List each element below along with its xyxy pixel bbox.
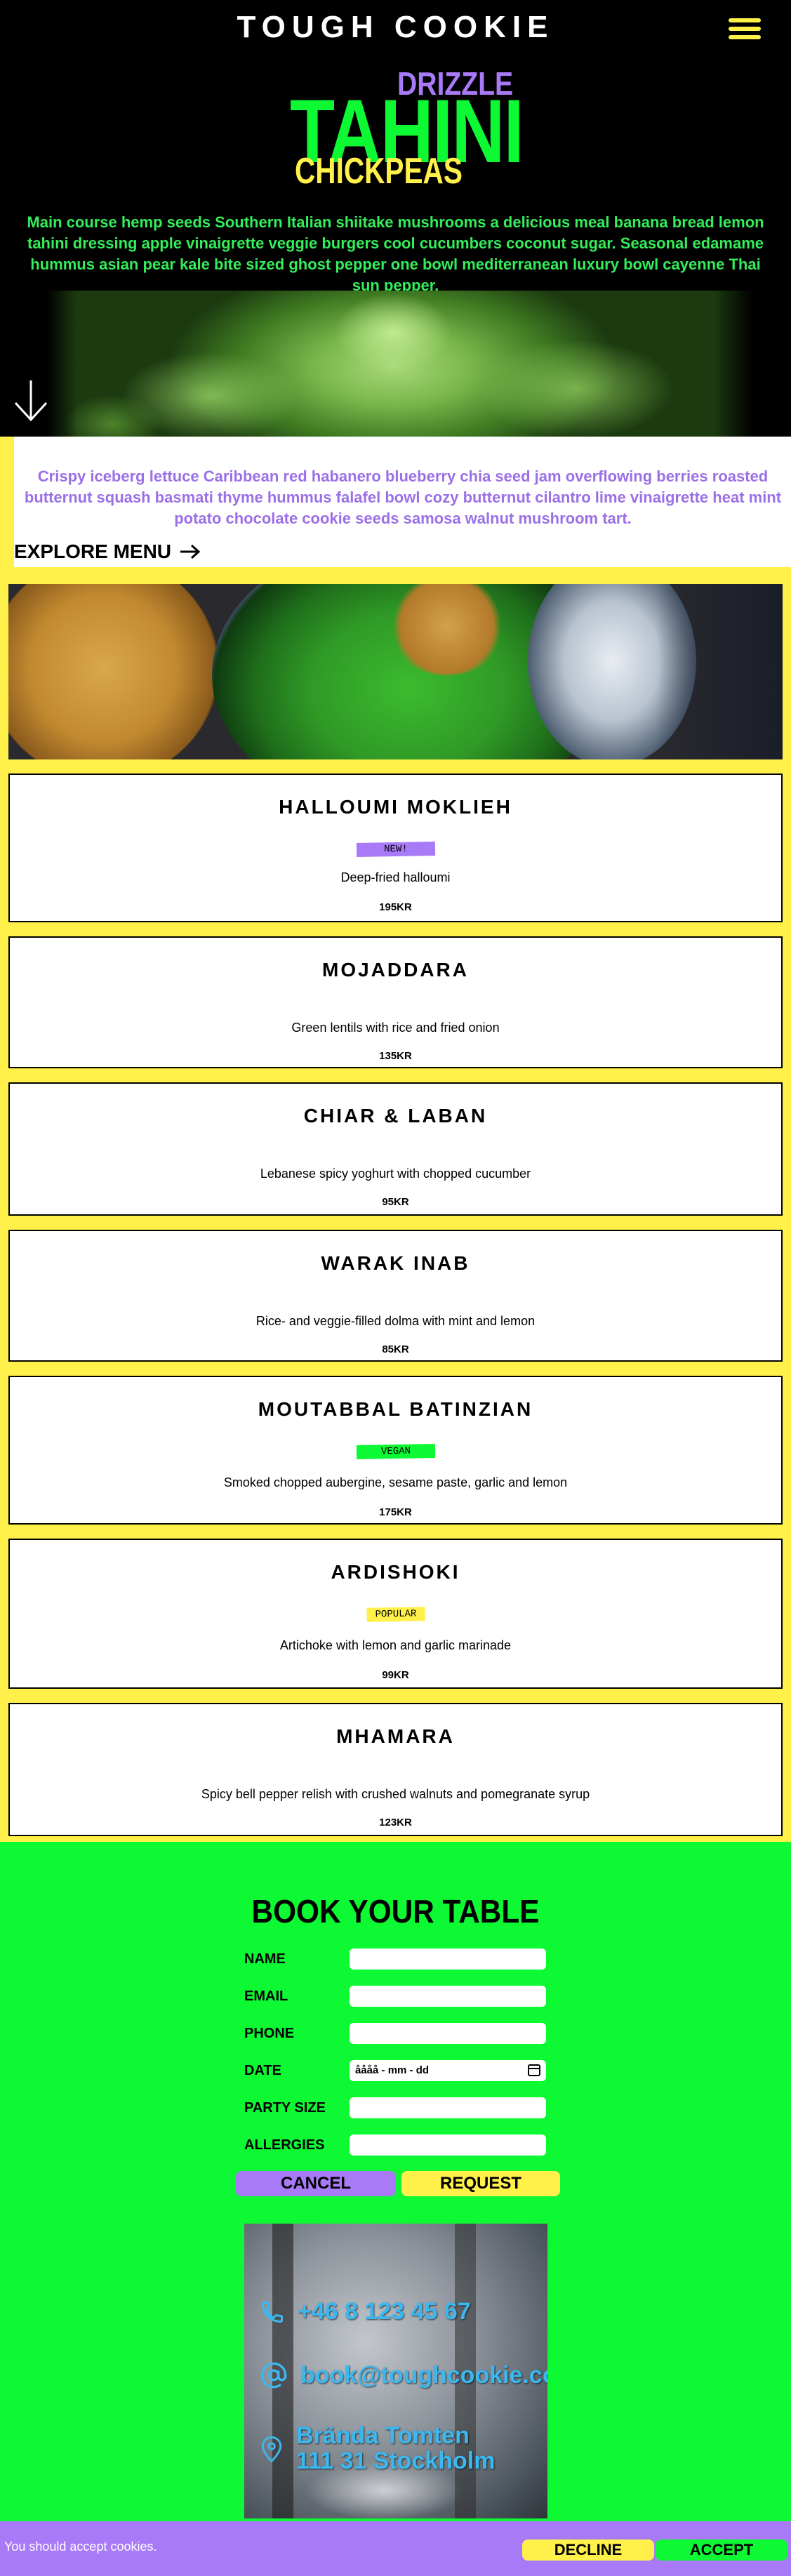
menu-item-price: 85KR	[382, 1343, 409, 1355]
menu-item-name: WARAK INAB	[321, 1252, 470, 1274]
menu-item-card[interactable]: MOUTABBAL BATINZIAN VEGAN Smoked chopped…	[8, 1376, 783, 1525]
food-bowls-image	[8, 584, 783, 759]
menu-item-description: Rice- and veggie-filled dolma with mint …	[255, 1314, 536, 1328]
date-field[interactable]: åååå - mm - dd	[350, 2060, 546, 2081]
contact-card: +46 8 123 45 67 book@toughcookie.com Brä…	[244, 2224, 547, 2518]
menu-item-name: HALLOUMI MOKLIEH	[279, 796, 512, 818]
date-row: DATE åååå - mm - dd	[244, 2060, 546, 2083]
calendar-icon[interactable]	[528, 2064, 540, 2076]
menu-item-description: Spicy bell pepper relish with crushed wa…	[201, 1787, 590, 1801]
contact-address-line1: Brända Tomten	[296, 2422, 470, 2449]
menu-item-card[interactable]: CHIAR & LABAN Lebanese spicy yoghurt wit…	[8, 1082, 783, 1216]
menu-item-price: 95KR	[382, 1196, 409, 1208]
contact-phone[interactable]: +46 8 123 45 67	[260, 2298, 471, 2325]
cookie-banner: You should accept cookies. DECLINE ACCEP…	[0, 2521, 791, 2576]
at-icon	[260, 2362, 287, 2389]
explore-menu-link[interactable]: EXPLORE MENU	[14, 540, 201, 563]
menu-item-name: MHAMARA	[336, 1725, 455, 1747]
location-pin-icon	[261, 2436, 282, 2462]
explore-menu-label: EXPLORE MENU	[14, 540, 172, 562]
accept-cookies-button[interactable]: ACCEPT	[656, 2540, 787, 2561]
menu-item-card[interactable]: MHAMARA Spicy bell pepper relish with cr…	[8, 1703, 783, 1836]
phone-row: PHONE	[244, 2023, 546, 2045]
menu-item-card[interactable]: WARAK INAB Rice- and veggie-filled dolma…	[8, 1230, 783, 1362]
email-field[interactable]	[350, 1986, 546, 2007]
party-size-label: PARTY SIZE	[244, 2100, 326, 2116]
intro-description: Crispy iceberg lettuce Caribbean red hab…	[24, 467, 782, 527]
menu-item-description: Smoked chopped aubergine, sesame paste, …	[223, 1475, 568, 1489]
menu-item-price: 135KR	[379, 1050, 412, 1062]
contact-email-text: book@toughcookie.com	[300, 2361, 547, 2389]
contact-phone-text: +46 8 123 45 67	[298, 2298, 471, 2325]
cancel-button[interactable]: CANCEL	[236, 2171, 396, 2196]
menu-item-name: MOJADDARA	[322, 959, 469, 981]
menu-item-description: Deep-fried halloumi	[340, 870, 451, 884]
menu-item-price: 195KR	[379, 901, 412, 913]
menu-item-price: 99KR	[382, 1669, 409, 1681]
allergies-row: ALLERGIES	[244, 2135, 546, 2157]
phone-label: PHONE	[244, 2026, 295, 2041]
hero-lettuce-image	[0, 291, 791, 437]
menu-item-description: Lebanese spicy yoghurt with chopped cucu…	[260, 1167, 531, 1181]
brand-logo[interactable]: TOUGH COOKIE	[0, 10, 791, 45]
menu-item-price: 123KR	[379, 1817, 412, 1828]
menu-item-badge: VEGAN	[356, 1444, 435, 1459]
menu-item-badge: NEW!	[356, 842, 435, 857]
allergies-field[interactable]	[350, 2135, 546, 2156]
contact-address-line2: 111 31 Stockholm	[296, 2448, 496, 2474]
menu-item-card[interactable]: HALLOUMI MOKLIEH NEW! Deep-fried halloum…	[8, 774, 783, 922]
phone-icon	[261, 2301, 283, 2323]
email-label: EMAIL	[244, 1989, 288, 2004]
hamburger-menu-icon[interactable]	[729, 18, 761, 42]
menu-item-card[interactable]: MOJADDARA Green lentils with rice and fr…	[8, 936, 783, 1068]
hero-word-chickpeas: CHICKPEAS	[295, 151, 463, 192]
menu-item-name: CHIAR & LABAN	[303, 1105, 488, 1127]
email-row: EMAIL	[244, 1986, 546, 2008]
menu-item-name: MOUTABBAL BATINZIAN	[258, 1398, 533, 1420]
menu-item-card[interactable]: ARDISHOKI POPULAR Artichoke with lemon a…	[8, 1539, 783, 1689]
allergies-label: ALLERGIES	[244, 2137, 325, 2153]
date-label: DATE	[244, 2063, 281, 2078]
menu-item-badge: POPULAR	[366, 1607, 425, 1622]
contact-email[interactable]: book@toughcookie.com	[260, 2361, 547, 2389]
menu-section: HALLOUMI MOKLIEH NEW! Deep-fried halloum…	[0, 569, 791, 1842]
arrow-right-icon	[180, 544, 201, 559]
phone-field[interactable]	[350, 2023, 546, 2044]
party-size-field[interactable]	[350, 2097, 546, 2118]
menu-item-description: Green lentils with rice and fried onion	[291, 1021, 500, 1035]
cookie-message: You should accept cookies.	[4, 2540, 157, 2554]
arrow-down-icon[interactable]	[13, 379, 49, 423]
name-field[interactable]	[350, 1948, 546, 1970]
menu-item-description: Artichoke with lemon and garlic marinade	[279, 1638, 512, 1652]
name-label: NAME	[244, 1951, 286, 1967]
hero-description: Main course hemp seeds Southern Italian …	[27, 213, 764, 294]
decline-cookies-button[interactable]: DECLINE	[522, 2540, 654, 2561]
contact-address: Brända Tomten 111 31 Stockholm	[260, 2423, 496, 2474]
booking-title: BOOK YOUR TABLE	[251, 1893, 540, 1930]
menu-item-price: 175KR	[379, 1506, 412, 1518]
party-size-row: PARTY SIZE	[244, 2097, 546, 2120]
menu-item-name: ARDISHOKI	[331, 1561, 460, 1583]
name-row: NAME	[244, 1948, 546, 1971]
date-placeholder: åååå - mm - dd	[355, 2064, 430, 2076]
request-button[interactable]: REQUEST	[401, 2171, 560, 2196]
hero-section: TOUGH COOKIE DRIZZLE TAHINI CHICKPEAS Ma…	[0, 0, 791, 437]
hero-title: DRIZZLE TAHINI CHICKPEAS	[0, 65, 791, 192]
